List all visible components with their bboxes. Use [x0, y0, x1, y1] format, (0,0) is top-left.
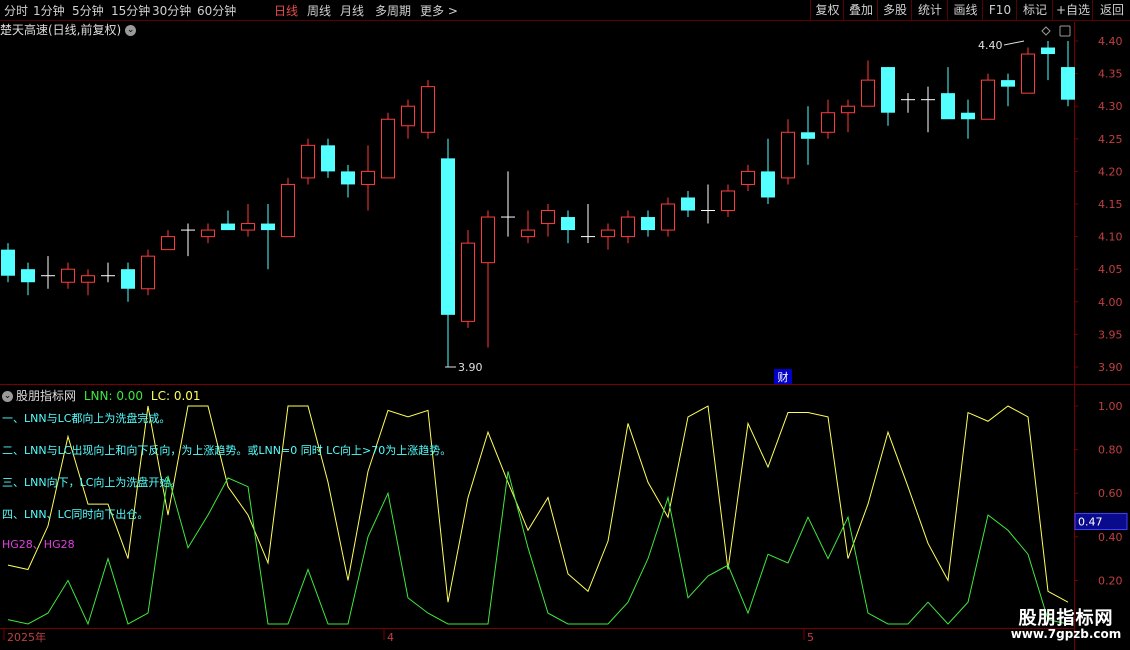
indicator-note-2: 二、LNN与LC出现向上和向下反向，为上涨趋势。或LNN=0 同时 LC向上>7… — [2, 444, 452, 457]
candle-body-up — [141, 255, 155, 290]
current-value-label: 0.47 — [1078, 516, 1103, 529]
candle-body-up — [401, 105, 415, 127]
candle-body-up — [541, 210, 555, 225]
candle-body-up — [421, 86, 435, 133]
price-tick-label: 4.30 — [1098, 100, 1123, 113]
price-tick-label: 4.15 — [1098, 198, 1123, 211]
candle-body-down — [641, 217, 655, 231]
candle-body-down — [1041, 47, 1055, 55]
lnn-value-label: LNN: 0.00 — [83, 389, 144, 403]
diamond-icon — [1041, 26, 1051, 36]
indicator-tick-label: 1.00 — [1098, 400, 1123, 413]
candle-body-down — [941, 93, 955, 120]
high-price-label: 4.40 — [978, 39, 1003, 52]
price-tick-label: 4.35 — [1098, 68, 1123, 81]
hg-label: HG28、HG28 — [2, 538, 75, 551]
candle-body-up — [521, 229, 535, 238]
window-icon — [1059, 25, 1071, 37]
candle-body-down — [881, 67, 895, 113]
indicator-tick-label: 0.80 — [1098, 444, 1123, 457]
indicator-note-3: 三、LNN向下，LC向上为洗盘开始。 — [2, 476, 182, 489]
candle-body-up — [661, 203, 675, 231]
candle-body-up — [161, 236, 175, 251]
candle-body-up — [81, 275, 95, 283]
indicator-note-1: 一、LNN与LC都向上为洗盘完成。 — [2, 412, 171, 425]
candle-body-up — [1021, 53, 1035, 94]
time-axis-label: 2025年 — [7, 630, 46, 644]
candle-body-down — [961, 112, 975, 120]
candle-body-up — [241, 223, 255, 231]
candle-body-up — [301, 144, 315, 179]
candle-body-up — [621, 216, 635, 238]
candle-body-up — [201, 229, 215, 238]
candle-body-down — [341, 171, 355, 185]
price-tick-label: 4.10 — [1098, 231, 1123, 244]
indicator-tick-label: 0.40 — [1098, 531, 1123, 544]
candle-body-down — [561, 217, 575, 231]
indicator-header: ⌄ 股朋指标网 LNN: 0.00 LC: 0.01 — [2, 387, 201, 404]
price-tick-label: 4.20 — [1098, 165, 1123, 178]
candle-body-up — [381, 118, 395, 179]
candle-body-up — [361, 170, 375, 185]
candle-body-down — [761, 171, 775, 198]
lc-line — [7, 405, 1069, 603]
indicator-tick-label: 0.20 — [1098, 574, 1123, 587]
price-tick-label: 3.90 — [1098, 361, 1123, 374]
lc-value-label: LC: 0.01 — [150, 389, 201, 403]
candle-body-up — [741, 170, 755, 185]
candle-body-down — [1061, 67, 1075, 100]
candle-body-up — [861, 79, 875, 107]
lnn-line — [7, 471, 1069, 626]
indicator-tick-label: 0.60 — [1098, 487, 1123, 500]
time-axis-label: 4 — [387, 631, 394, 644]
high-price-arrow — [1003, 40, 1025, 46]
candle-body-up — [281, 183, 295, 238]
candle-body-down — [321, 145, 335, 172]
candle-body-up — [721, 190, 735, 212]
candle-body-down — [681, 197, 695, 211]
candle-body-up — [841, 105, 855, 114]
candle-body-up — [481, 216, 495, 264]
price-tick-label: 4.40 — [1098, 35, 1123, 48]
candle-body-down — [1001, 80, 1015, 87]
candle-body-down — [441, 158, 455, 315]
kline-chart: 4.40 4.35 4.30 4.25 4.20 4.15 4.10 4.05 4.00 3.95… — [0, 22, 1130, 650]
time-axis-label: 5 — [807, 631, 814, 644]
candle-body-down — [261, 223, 275, 231]
chevron-down-icon[interactable]: ⌄ — [2, 391, 13, 402]
candle-body-down — [21, 269, 35, 283]
price-tick-label: 4.25 — [1098, 133, 1123, 146]
candle-body-up — [61, 268, 75, 283]
price-tick-label: 4.05 — [1098, 263, 1123, 276]
indicator-name[interactable]: 股朋指标网 — [16, 389, 76, 403]
candle-body-down — [221, 223, 235, 231]
candle-body-down — [121, 269, 135, 289]
candle-body-up — [781, 131, 795, 179]
indicator-note-4: 四、LNN、LC同时向下出仓。 — [2, 508, 149, 521]
low-price-label: 3.90 — [458, 361, 483, 374]
event-marker-label: 财 — [778, 370, 789, 384]
candle-body-up — [461, 242, 475, 322]
candle-body-up — [981, 79, 995, 120]
candle-body-down — [1, 249, 15, 276]
candle-body-down — [801, 132, 815, 139]
price-tick-label: 3.95 — [1098, 328, 1123, 341]
watermark-url: www.7gpzb.com — [1010, 627, 1122, 641]
price-tick-label: 4.00 — [1098, 296, 1123, 309]
candle-body-up — [821, 112, 835, 133]
candle-body-up — [601, 229, 615, 238]
